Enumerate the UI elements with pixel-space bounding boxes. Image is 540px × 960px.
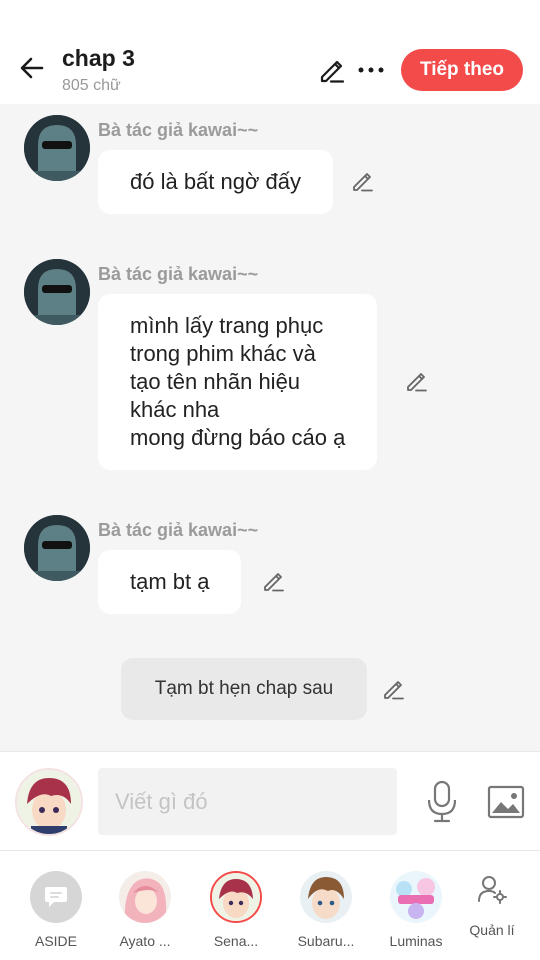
message-line: đó là bất ngờ đấy <box>130 169 301 194</box>
author-name: Bà tác giả kawai~~ <box>98 120 259 140</box>
message-bubble[interactable]: mình lấy trang phục trong phim khác và t… <box>98 294 378 470</box>
chat-bubble-icon <box>45 887 67 907</box>
pencil-icon <box>407 373 427 392</box>
edit-message-button[interactable] <box>259 567 287 595</box>
character-ayato[interactable]: Ayato ... <box>105 871 185 949</box>
narration-bubble[interactable]: Tạm bt hẹn chap sau <box>121 658 367 720</box>
insert-image-button[interactable] <box>486 782 526 822</box>
message-bubble[interactable]: đó là bất ngờ đấy <box>98 150 333 214</box>
next-chapter-button[interactable]: Tiếp theo <box>401 49 523 91</box>
character-sena[interactable]: Sena... <box>196 871 276 949</box>
message-input[interactable] <box>98 768 397 835</box>
composer-bar <box>0 751 540 851</box>
author-name: Bà tác giả kawai~~ <box>98 520 259 540</box>
pencil-icon <box>264 573 284 592</box>
character-luminas[interactable]: Luminas <box>376 871 456 949</box>
message-line: trong phim khác và <box>130 341 316 366</box>
character-switcher: ASIDE Ayato ... Sena... Subaru... Lumina… <box>0 851 540 960</box>
chat-area[interactable]: Bà tác giả kawai~~ đó là bất ngờ đấy Bà … <box>0 104 540 751</box>
manage-characters-button[interactable]: Quản lí <box>462 873 522 938</box>
edit-chapter-button[interactable] <box>314 54 348 86</box>
character-label: Ayato ... <box>119 933 171 949</box>
pencil-icon <box>384 681 404 700</box>
edit-message-button[interactable] <box>402 367 430 395</box>
edit-message-button[interactable] <box>348 167 376 195</box>
ayato-avatar <box>119 871 171 923</box>
masked-character-image <box>24 115 90 181</box>
word-count: 805 chữ <box>62 77 121 94</box>
image-icon <box>487 785 525 819</box>
message-line: tạm bt ạ <box>130 569 210 594</box>
character-label: Sena... <box>213 933 259 949</box>
character-label: ASIDE <box>34 933 77 949</box>
more-options-button[interactable] <box>354 54 388 86</box>
character-portrait <box>17 770 81 834</box>
current-character-avatar[interactable] <box>15 768 83 836</box>
character-label: Subaru... <box>297 933 355 949</box>
character-label: Luminas <box>389 933 443 949</box>
more-dots-icon <box>358 67 384 73</box>
character-portrait <box>300 871 352 923</box>
author-avatar[interactable] <box>24 259 90 325</box>
manage-label: Quản lí <box>469 922 515 938</box>
message-line: mong đừng báo cáo ạ <box>130 425 346 450</box>
masked-character-image <box>24 515 90 581</box>
microphone-icon <box>427 780 457 823</box>
author-avatar[interactable] <box>24 515 90 581</box>
character-portrait <box>390 871 442 923</box>
aside-avatar <box>30 871 82 923</box>
manage-user-icon <box>478 876 507 904</box>
edit-narration-button[interactable] <box>379 675 407 703</box>
sena-avatar <box>210 871 262 923</box>
character-subaru[interactable]: Subaru... <box>286 871 366 949</box>
character-portrait <box>119 871 171 923</box>
message-line: tạo tên nhãn hiệu <box>130 369 301 394</box>
back-arrow-icon <box>20 57 44 79</box>
chapter-title: chap 3 <box>62 45 135 71</box>
pencil-icon <box>353 173 373 192</box>
top-bar: chap 3 805 chữ Tiếp theo <box>0 0 540 104</box>
character-portrait <box>212 873 260 921</box>
message-bubble[interactable]: tạm bt ạ <box>98 550 242 614</box>
message-line: khác nha <box>130 397 220 422</box>
author-avatar[interactable] <box>24 115 90 181</box>
masked-character-image <box>24 259 90 325</box>
voice-button[interactable] <box>424 779 460 825</box>
character-aside[interactable]: ASIDE <box>16 871 96 949</box>
subaru-avatar <box>300 871 352 923</box>
back-button[interactable] <box>14 50 50 86</box>
author-name: Bà tác giả kawai~~ <box>98 264 259 284</box>
pencil-icon <box>320 60 345 83</box>
luminas-avatar <box>390 871 442 923</box>
message-line: mình lấy trang phục <box>130 313 324 338</box>
